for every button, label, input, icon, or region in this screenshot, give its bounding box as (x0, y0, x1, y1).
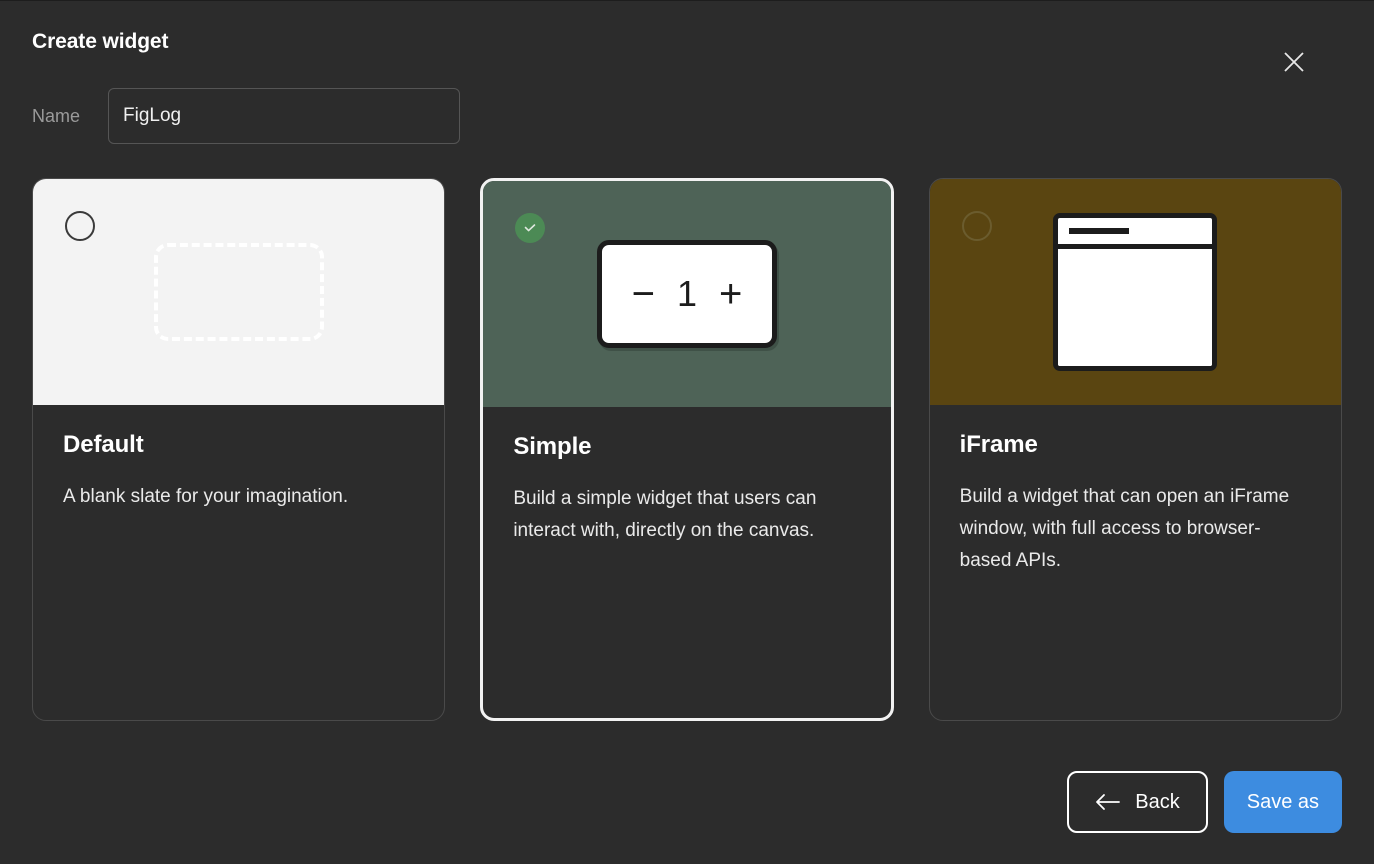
name-input[interactable] (108, 88, 460, 144)
template-description-simple: Build a simple widget that users can int… (513, 488, 817, 541)
create-widget-dialog: Create widget Name Default A blank slate… (0, 0, 1374, 864)
template-body-default: Default A blank slate for your imaginati… (33, 405, 444, 513)
browser-window-icon (1053, 213, 1218, 371)
template-description-iframe: Build a widget that can open an iFrame w… (959, 486, 1290, 571)
browser-window-titlebar (1058, 218, 1213, 249)
radio-simple[interactable] (515, 213, 546, 243)
radio-iframe[interactable] (961, 211, 992, 241)
save-as-button-label: Save as (1246, 790, 1319, 813)
counter-widget-icon: − 1 + (597, 240, 777, 348)
counter-minus: − (631, 272, 655, 316)
name-row: Name (32, 85, 1342, 147)
arrow-left-icon (1095, 793, 1121, 811)
close-icon (1283, 51, 1305, 73)
widget-template-list: Default A blank slate for your imaginati… (32, 178, 1342, 721)
dashed-placeholder-icon (153, 243, 324, 341)
counter-value: 1 (676, 273, 698, 314)
template-preview-iframe (929, 179, 1341, 405)
template-description-default: A blank slate for your imagination. (63, 486, 349, 507)
save-as-button[interactable]: Save as (1223, 771, 1342, 833)
dialog-footer: Back Save as (1067, 771, 1342, 833)
back-button-label: Back (1135, 790, 1180, 813)
template-card-iframe[interactable]: iFrame Build a widget that can open an i… (928, 178, 1342, 721)
back-button[interactable]: Back (1067, 771, 1208, 833)
template-card-simple[interactable]: − 1 + Simple Build a simple widget that … (480, 178, 894, 721)
counter-plus: + (719, 272, 743, 316)
radio-default[interactable] (65, 211, 95, 241)
close-button[interactable] (1275, 43, 1313, 81)
page-title: Create widget (32, 30, 169, 53)
template-body-simple: Simple Build a simple widget that users … (483, 407, 890, 547)
template-title-iframe: iFrame (959, 431, 1038, 458)
browser-window-body (1058, 249, 1213, 366)
check-icon (522, 220, 538, 236)
template-card-default[interactable]: Default A blank slate for your imaginati… (32, 178, 446, 721)
name-label: Name (32, 105, 81, 126)
template-preview-simple: − 1 + (483, 181, 891, 407)
template-title-simple: Simple (513, 433, 592, 460)
dialog-header: Create widget (32, 1, 1342, 83)
template-title-default: Default (63, 431, 144, 458)
template-body-iframe: iFrame Build a widget that can open an i… (930, 405, 1341, 577)
template-preview-default (33, 179, 445, 405)
